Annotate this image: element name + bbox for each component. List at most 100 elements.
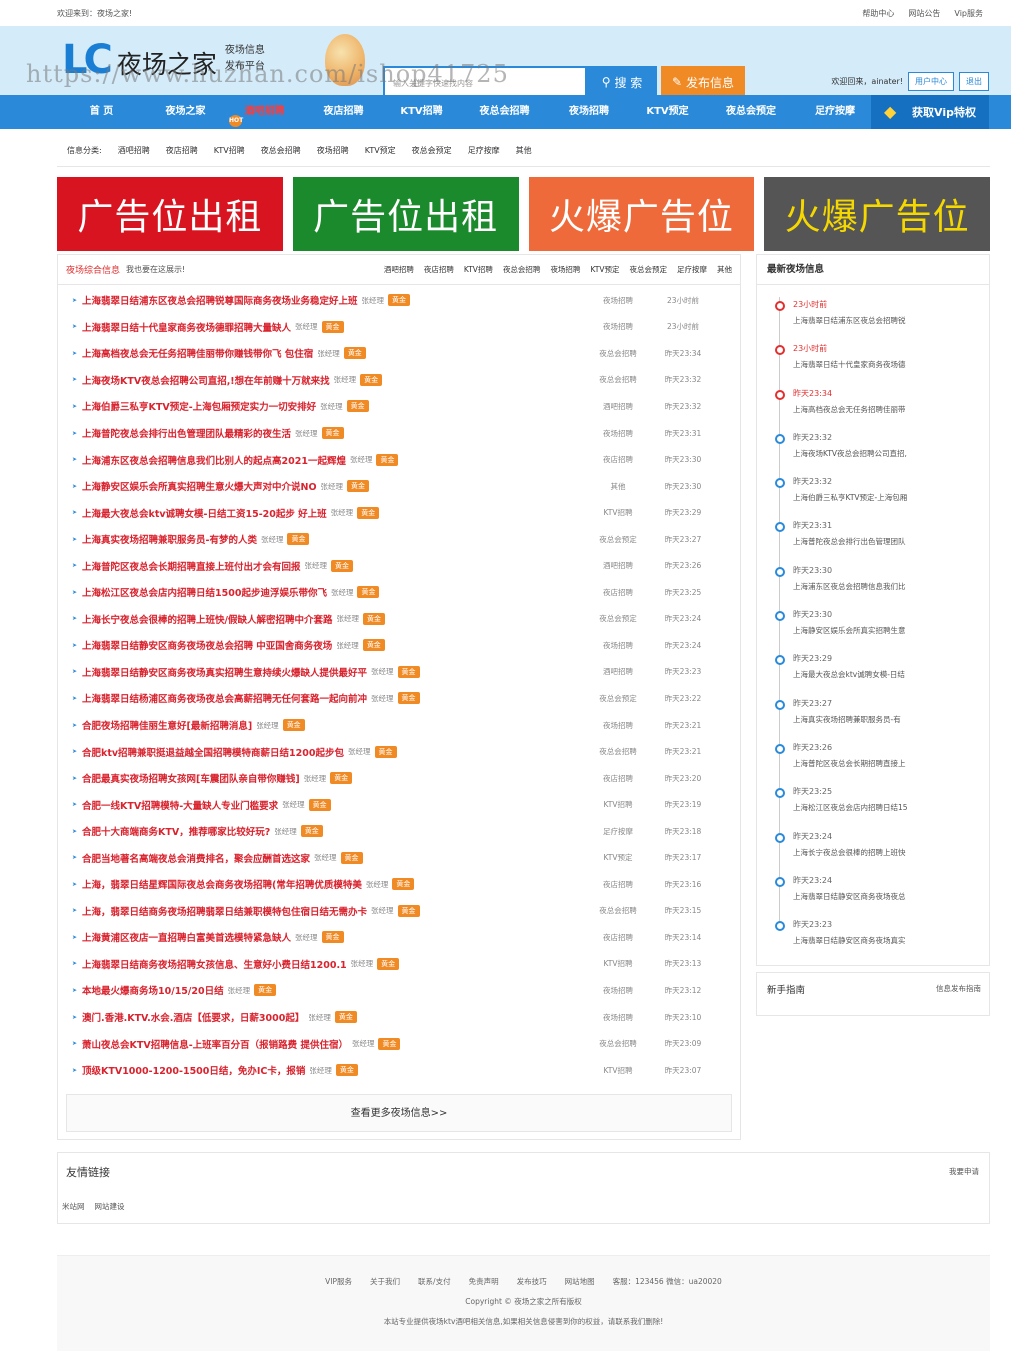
- more-button[interactable]: 查看更多夜场信息>>: [66, 1094, 732, 1132]
- listing-row-category[interactable]: 夜店招聘: [596, 587, 640, 598]
- ad-banner-2[interactable]: 广告位出租: [292, 177, 519, 251]
- sidebar-item-desc[interactable]: 上海松江区夜总会店内招聘日结15: [793, 802, 989, 813]
- sidebar-list-item[interactable]: 昨天23:24 上海长宁夜总会很棒的招聘上班快: [775, 817, 989, 861]
- tab-other[interactable]: 其他: [717, 264, 732, 275]
- listing-row-title[interactable]: 合肥夜场招聘佳丽生意好[最新招聘消息]: [82, 718, 252, 732]
- ad-banner-3[interactable]: 火爆广告位: [528, 177, 755, 251]
- post-info-button[interactable]: ✎ 发布信息: [661, 66, 745, 95]
- footer-link-tips[interactable]: 发布技巧: [517, 1276, 547, 1287]
- listing-row[interactable]: ➤ 上海普陀区夜总会长期招聘直接上班付出才会有回报 张经理 黄金 酒吧招聘 昨天23:26: [58, 552, 740, 579]
- listing-row-category[interactable]: KTV预定: [596, 852, 640, 863]
- listing-row-title[interactable]: 顶级KTV1000-1200-1500日结，免办IC卡，报销: [82, 1063, 305, 1077]
- listing-row-title[interactable]: 上海翡翠日结杨浦区商务夜场夜总会高薪招聘无任何套路一起向前冲: [82, 691, 367, 705]
- sidebar-item-desc[interactable]: 上海真实夜场招聘兼职服务员-有: [793, 714, 989, 725]
- listing-row-category[interactable]: 夜总会预定: [596, 693, 640, 704]
- listing-row[interactable]: ➤ 上海翡翠日结浦东区夜总会招聘锐尊国际商务夜场业务稳定好上班 张经理 黄金 夜场招聘 2…: [58, 287, 740, 314]
- listing-row[interactable]: ➤ 上海松江区夜总会店内招聘日结1500起步迪浮娱乐带你飞 张经理 黄金 夜店招聘 昨天2…: [58, 579, 740, 606]
- nav-item-home[interactable]: 首 页: [57, 95, 146, 129]
- sidebar-item-desc[interactable]: 上海高档夜总会无任务招聘佳丽带: [793, 404, 989, 415]
- ad-banner-4[interactable]: 火爆广告位: [764, 177, 990, 251]
- sidebar-list-item[interactable]: 昨天23:26 上海普陀区夜总会长期招聘直接上: [775, 728, 989, 772]
- listing-row-title[interactable]: 上海长宁夜总会很棒的招聘上班快/假缺人解密招聘中介套路: [82, 612, 332, 626]
- listing-row-title[interactable]: 上海高档夜总会无任务招聘佳丽带你赚钱带你飞 包住宿: [82, 346, 313, 360]
- category-club-jobs[interactable]: 夜店招聘: [166, 145, 198, 156]
- listing-row-title[interactable]: 上海翡翠日结浦东区夜总会招聘锐尊国际商务夜场业务稳定好上班: [82, 293, 358, 307]
- listing-row-category[interactable]: KTV招聘: [596, 799, 640, 810]
- listing-row[interactable]: ➤ 上海，翡翠日结商务夜场招聘翡翠日结兼职模特包住宿日结无需办卡 张经理 黄金 夜总会招…: [58, 898, 740, 925]
- tab-night-jobs[interactable]: 夜场招聘: [550, 264, 580, 275]
- listing-row-category[interactable]: 夜总会预定: [596, 534, 640, 545]
- sidebar-item-desc[interactable]: 上海浦东区夜总会招聘信息我们比: [793, 581, 989, 592]
- footer-link-sitemap[interactable]: 网站地图: [565, 1276, 595, 1287]
- listing-row-title[interactable]: 上海松江区夜总会店内招聘日结1500起步迪浮娱乐带你飞: [82, 585, 327, 599]
- listing-row-title[interactable]: 上海普陀区夜总会长期招聘直接上班付出才会有回报: [82, 559, 301, 573]
- listing-row-title[interactable]: 上海翡翠日结静安区商务夜场真实招聘生意持续火爆缺人提供最好平: [82, 665, 367, 679]
- logout-button[interactable]: 退出: [959, 72, 989, 91]
- sidebar-list-item[interactable]: 昨天23:34 上海高档夜总会无任务招聘佳丽带: [775, 374, 989, 418]
- listing-row[interactable]: ➤ 合肥十大商端商务KTV，推荐哪家比较好玩? 张经理 黄金 足疗按摩 昨天23:18: [58, 818, 740, 845]
- listing-row[interactable]: ➤ 上海翡翠日结静安区商务夜场真实招聘生意持续火爆缺人提供最好平 张经理 黄金 酒吧招聘…: [58, 659, 740, 686]
- listing-row-category[interactable]: 夜店招聘: [596, 879, 640, 890]
- listing-row-category[interactable]: 夜场招聘: [596, 720, 640, 731]
- footer-link-vip[interactable]: VIP服务: [325, 1276, 352, 1287]
- listing-row[interactable]: ➤ 上海，翡翠日结星辉国际夜总会商务夜场招聘(常年招聘优质模特美 张经理 黄金 夜店招聘…: [58, 871, 740, 898]
- sidebar-list-item[interactable]: 23小时前 上海翡翠日结十代皇家商务夜场德: [775, 329, 989, 373]
- listing-row-category[interactable]: KTV招聘: [596, 958, 640, 969]
- listing-row[interactable]: ➤ 合肥夜场招聘佳丽生意好[最新招聘消息] 张经理 黄金 夜场招聘 昨天23:21: [58, 712, 740, 739]
- listing-row-title[interactable]: 上海翡翠日结商务夜场招聘女孩信息、生意好小费日结1200.1: [82, 957, 347, 971]
- listing-row[interactable]: ➤ 本地最火爆商务场10/15/20日结 张经理 黄金 夜场招聘 昨天23:12: [58, 977, 740, 1004]
- category-other[interactable]: 其他: [516, 145, 532, 156]
- listing-row-title[interactable]: 上海翡翠日结十代皇家商务夜场德罪招聘大量缺人: [82, 320, 291, 334]
- sidebar-list-item[interactable]: 昨天23:24 上海翡翠日结静安区商务夜场夜总: [775, 861, 989, 905]
- listing-row[interactable]: ➤ 上海翡翠日结静安区商务夜场夜总会招聘 中亚国舍商务夜场 张经理 黄金 夜场招聘 昨天2…: [58, 632, 740, 659]
- sidebar-item-desc[interactable]: 上海伯爵三私亨KTV预定-上海包厢: [793, 492, 989, 503]
- listing-row-category[interactable]: 夜场招聘: [596, 428, 640, 439]
- sidebar-item-desc[interactable]: 上海普陀夜总会排行出色管理团队: [793, 536, 989, 547]
- sidebar-list-item[interactable]: 昨天23:31 上海普陀夜总会排行出色管理团队: [775, 506, 989, 550]
- sidebar-item-desc[interactable]: 上海最大夜总会ktv诚聘女模-日结: [793, 669, 989, 680]
- listing-row-title[interactable]: 上海真实夜场招聘兼职服务员-有梦的人类: [82, 532, 257, 546]
- sidebar-item-desc[interactable]: 上海普陀区夜总会长期招聘直接上: [793, 758, 989, 769]
- listing-row-title[interactable]: 合肥十大商端商务KTV，推荐哪家比较好玩?: [82, 824, 270, 838]
- category-night-jobs[interactable]: 夜场招聘: [317, 145, 349, 156]
- category-nightclub-jobs[interactable]: 夜总会招聘: [261, 145, 301, 156]
- sidebar-item-desc[interactable]: 上海翡翠日结静安区商务夜场夜总: [793, 891, 989, 902]
- listing-row-category[interactable]: 酒吧招聘: [596, 666, 640, 677]
- sidebar-item-desc[interactable]: 上海静安区娱乐会所真实招聘生意: [793, 625, 989, 636]
- listing-row-title[interactable]: 合肥最真实夜场招聘女孩网[车震团队亲自带你赚钱]: [82, 771, 300, 785]
- listing-row[interactable]: ➤ 上海高档夜总会无任务招聘佳丽带你赚钱带你飞 包住宿 张经理 黄金 夜总会招聘 昨天23…: [58, 340, 740, 367]
- nav-item-nightclub-booking[interactable]: 夜总会预定: [706, 95, 796, 129]
- sidebar-item-desc[interactable]: 上海翡翠日结十代皇家商务夜场德: [793, 359, 989, 370]
- tab-massage[interactable]: 足疗按摩: [677, 264, 707, 275]
- nav-item-nightclub-jobs[interactable]: 夜总会招聘: [460, 95, 549, 129]
- footer-link-disclaimer[interactable]: 免责声明: [469, 1276, 499, 1287]
- search-input[interactable]: 输入关键字快速找内容: [383, 66, 587, 95]
- listing-row-title[interactable]: 合肥ktv招聘兼职挺退益越全国招聘模特商薪日结1200起步包: [82, 745, 344, 759]
- listing-row[interactable]: ➤ 上海普陀夜总会排行出色管理团队最精彩的夜生活 张经理 黄金 夜场招聘 昨天23:31: [58, 420, 740, 447]
- sidebar-list-item[interactable]: 昨天23:25 上海松江区夜总会店内招聘日结15: [775, 772, 989, 816]
- listing-row-title[interactable]: 合肥一线KTV招聘模特-大量缺人专业门槛要求: [82, 798, 278, 812]
- listing-row-category[interactable]: 夜总会招聘: [596, 1038, 640, 1049]
- listing-row-title[interactable]: 上海，翡翠日结商务夜场招聘翡翠日结兼职模特包住宿日结无需办卡: [82, 904, 367, 918]
- listing-row[interactable]: ➤ 上海翡翠日结十代皇家商务夜场德罪招聘大量缺人 张经理 黄金 夜场招聘 23小时前: [58, 314, 740, 341]
- sidebar-item-desc[interactable]: 上海翡翠日结静安区商务夜场真实: [793, 935, 989, 946]
- listing-row-title[interactable]: 上海伯爵三私亨KTV预定-上海包厢预定实力一切安排好: [82, 399, 316, 413]
- listing-row-title[interactable]: 上海黄浦区夜店一直招聘白富美首选模特紧急缺人: [82, 930, 291, 944]
- user-center-button[interactable]: 用户中心: [908, 72, 954, 91]
- guide-link[interactable]: 信息发布指南: [936, 983, 981, 994]
- nav-item-massage[interactable]: 足疗按摩: [796, 95, 874, 129]
- vip-button[interactable]: ◆ 获取Vip特权: [871, 95, 989, 129]
- listing-row[interactable]: ➤ 上海最大夜总会ktv诚聘女模-日结工资15-20起步 好上班 张经理 黄金 KTV招…: [58, 499, 740, 526]
- listing-row-category[interactable]: 夜场招聘: [596, 1012, 640, 1023]
- listing-row-category[interactable]: KTV招聘: [596, 1065, 640, 1076]
- listing-row-title[interactable]: 上海翡翠日结静安区商务夜场夜总会招聘 中亚国舍商务夜场: [82, 638, 332, 652]
- footer-link-about[interactable]: 关于我们: [370, 1276, 400, 1287]
- listing-row-category[interactable]: 夜店招聘: [596, 932, 640, 943]
- nav-item-bar-jobs[interactable]: HOT 酒吧招聘: [225, 95, 304, 129]
- listing-row-category[interactable]: 夜总会招聘: [596, 746, 640, 757]
- help-center-link[interactable]: 帮助中心: [862, 8, 894, 19]
- sidebar-list-item[interactable]: 昨天23:29 上海最大夜总会ktv诚聘女模-日结: [775, 639, 989, 683]
- nav-item-ktv-booking[interactable]: KTV预定: [629, 95, 706, 129]
- listing-row-title[interactable]: 上海浦东区夜总会招聘信息我们比别人的起点高2021一起辉煌: [82, 453, 346, 467]
- listing-row[interactable]: ➤ 上海伯爵三私亨KTV预定-上海包厢预定实力一切安排好 张经理 黄金 酒吧招聘 昨天23…: [58, 393, 740, 420]
